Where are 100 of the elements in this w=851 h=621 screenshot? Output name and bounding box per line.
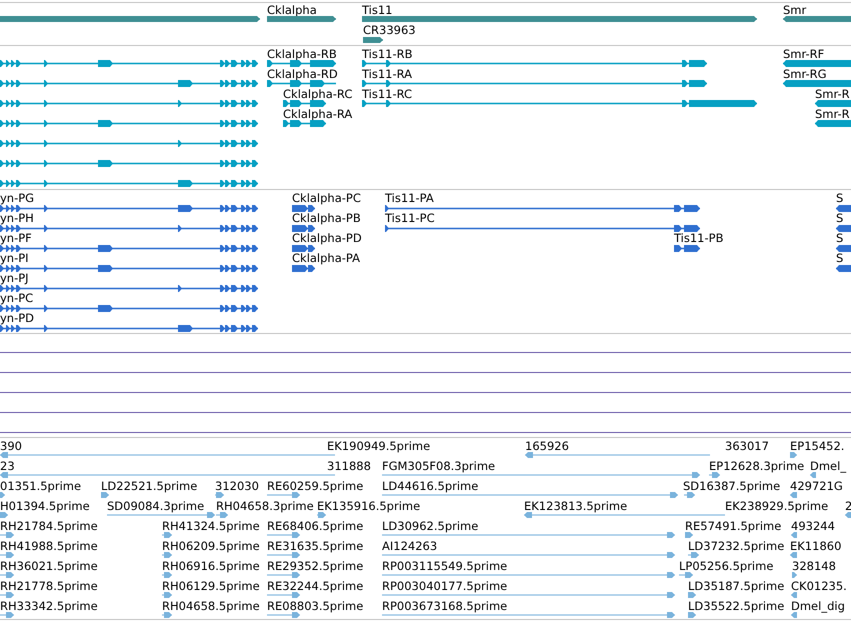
feature-label: EK11860 xyxy=(790,539,842,553)
feature-label: Smr-RG xyxy=(783,67,827,81)
feature-label: 493244 xyxy=(791,519,835,533)
feature-label: S xyxy=(836,191,844,205)
est-glyph xyxy=(0,552,14,558)
transcript-glyph xyxy=(783,60,851,66)
feature-label: SD09084.3prime xyxy=(107,499,204,513)
est-glyph xyxy=(267,592,300,598)
feature-label: RE57491.5prime xyxy=(685,519,782,533)
feature-label: EK135916.5prime xyxy=(317,499,420,513)
est-glyph xyxy=(162,532,172,538)
feature-label: Tis11-PC xyxy=(385,211,435,225)
feature-label: Cklalpha-RB xyxy=(267,47,337,61)
feature-label: yn-PI xyxy=(0,251,29,265)
feature-label: yn-PD xyxy=(0,311,34,325)
protein-glyph xyxy=(292,244,315,252)
feature-label: Cklalpha-RC xyxy=(283,87,352,101)
feature-label: 23 xyxy=(0,459,15,473)
feature-label: Cklalpha-RD xyxy=(267,67,338,81)
est-glyph xyxy=(684,492,695,498)
feature-label: Cklalpha-PD xyxy=(292,231,362,245)
feature-label: yn-PG xyxy=(0,191,34,205)
feature-label: H01394.5prime xyxy=(0,499,90,513)
transcript-glyph xyxy=(283,120,326,126)
feature-label: Tis11 xyxy=(362,3,392,17)
feature-label: 328148 xyxy=(792,559,836,573)
est-glyph xyxy=(0,532,14,538)
feature-label: 311888 xyxy=(327,459,371,473)
feature-label: EK238929.5prime xyxy=(725,499,828,513)
feature-label: Smr-R xyxy=(815,107,850,121)
feature-label: Tis11-RA xyxy=(362,67,412,81)
est-glyph xyxy=(0,512,8,518)
feature-label: Cklalpha-RA xyxy=(283,107,352,121)
est-glyph xyxy=(267,552,300,558)
feature-label: yn-PH xyxy=(0,211,34,225)
feature-label: RH04658.3prime xyxy=(216,499,314,513)
feature-label: RE08803.5prime xyxy=(267,599,364,613)
feature-label: Smr-R xyxy=(815,87,850,101)
transcript-glyph xyxy=(267,80,336,86)
feature-label: AI124263 xyxy=(382,539,438,553)
gene-glyph xyxy=(267,16,336,22)
feature-label: SD16387.5prime xyxy=(683,479,780,493)
est-glyph xyxy=(267,612,300,618)
transcript-glyph xyxy=(783,80,851,86)
est-glyph xyxy=(162,572,172,578)
feature-label: LP05256.5prime xyxy=(679,559,774,573)
protein-glyph xyxy=(836,204,851,212)
feature-label: EK190949.5prime xyxy=(327,439,430,453)
feature-label: RP003673168.5prime xyxy=(382,599,508,613)
feature-label: 01351.5prime xyxy=(0,479,82,493)
protein-glyph xyxy=(674,244,700,252)
feature-label: S xyxy=(836,251,844,265)
est-glyph xyxy=(791,592,797,598)
feature-label: RH21778.5prime xyxy=(0,579,98,593)
feature-label: 312030 xyxy=(215,479,259,493)
gene-glyph xyxy=(363,37,383,43)
est-glyph xyxy=(709,472,720,478)
est-glyph xyxy=(688,552,699,558)
feature-label: 165926 xyxy=(525,439,569,453)
feature-label: RE32244.5prime xyxy=(267,579,364,593)
protein-glyph xyxy=(292,204,315,212)
feature-label: Tis11-PA xyxy=(385,191,434,205)
feature-label: RP003115549.5prime xyxy=(382,559,508,573)
feature-label: LD35522.5prime xyxy=(688,599,784,613)
feature-label: 429721G xyxy=(790,479,843,493)
est-glyph xyxy=(790,452,797,458)
feature-label: RH06916.5prime xyxy=(162,559,260,573)
feature-label: LD30962.5prime xyxy=(382,519,478,533)
feature-label: RH41324.5prime xyxy=(162,519,260,533)
feature-label: Dmel_ xyxy=(810,459,846,473)
feature-label: RH36021.5prime xyxy=(0,559,98,573)
feature-label: LD44616.5prime xyxy=(382,479,478,493)
est-glyph xyxy=(790,492,797,498)
feature-label: yn-PF xyxy=(0,231,32,245)
protein-glyph xyxy=(836,224,851,232)
feature-label: EK123813.5prime xyxy=(524,499,628,513)
transcript-glyph xyxy=(815,100,851,106)
est-glyph xyxy=(0,492,5,498)
feature-label: 390 xyxy=(0,439,22,453)
feature-label: Cklalpha-PB xyxy=(292,211,361,225)
feature-label: RE29352.5prime xyxy=(267,559,364,573)
feature-label: LD22521.5prime xyxy=(101,479,198,493)
feature-label: Smr xyxy=(783,3,806,17)
est-glyph xyxy=(0,612,14,618)
feature-label: Cklalpha-PC xyxy=(292,191,361,205)
est-glyph xyxy=(267,572,300,578)
feature-label: Cklalpha xyxy=(267,3,317,17)
feature-label: yn-PC xyxy=(0,291,34,305)
feature-label: 363017 xyxy=(725,439,769,453)
est-glyph xyxy=(791,612,797,618)
feature-label: LD35187.5prime xyxy=(688,579,784,593)
est-glyph xyxy=(792,572,797,578)
feature-label: yn-PJ xyxy=(0,271,29,285)
feature-label: RE31635.5prime xyxy=(267,539,364,553)
feature-label: Tis11-RC xyxy=(362,87,412,101)
feature-label: CR33963 xyxy=(363,23,416,37)
feature-label: RH04658.5prime xyxy=(162,599,260,613)
est-glyph xyxy=(317,512,326,518)
feature-label: Smr-RF xyxy=(783,47,824,61)
est-glyph xyxy=(215,492,224,498)
